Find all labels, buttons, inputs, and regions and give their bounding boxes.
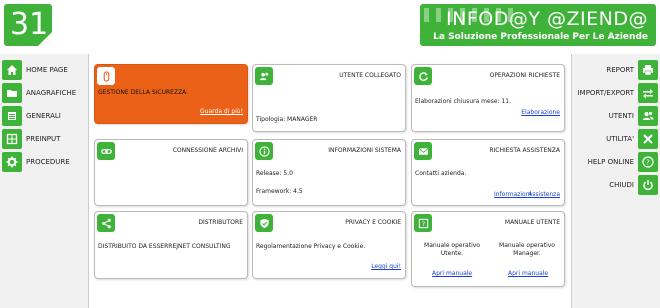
card-connessione-archivi: CONNESSIONE ARCHIVI bbox=[94, 139, 248, 206]
envelope-icon bbox=[414, 142, 432, 160]
card-distributore: DISTRIBUTORE DISTRIBUITO DA ESSERREJNET … bbox=[94, 211, 248, 279]
nav-report[interactable]: REPORT bbox=[576, 58, 660, 81]
nav-label: UTENTI bbox=[608, 111, 634, 120]
card-title: OPERAZIONI RICHIESTE bbox=[489, 72, 560, 79]
nav-help-online[interactable]: HELP ONLINE ? bbox=[576, 150, 660, 173]
svg-text:?: ? bbox=[646, 158, 650, 166]
nav-label: IMPORT/EXPORT bbox=[577, 88, 634, 97]
apri-manuale-utente-link[interactable]: Apri manuale bbox=[432, 270, 472, 277]
card-title: UTENTE COLLEGATO bbox=[339, 72, 401, 79]
card-text: Regolamentazione Privacy e Cookie. bbox=[256, 243, 366, 250]
card-title: RICHIESTA ASSISTENZA bbox=[489, 147, 560, 154]
nav-label: HOME PAGE bbox=[26, 65, 68, 74]
card-text: DISTRIBUITO DA ESSERREJNET CONSULTING bbox=[98, 243, 231, 250]
manuale-utente-text: Manuale operativo Utente. bbox=[424, 242, 480, 257]
brand-banner: INFOD@Y @ZIEND@ La Soluzione Professiona… bbox=[420, 4, 656, 46]
nav-procedure[interactable]: PROCEDURE bbox=[0, 150, 88, 173]
app-logo: 31 bbox=[4, 4, 52, 46]
nav-label: GENERALI bbox=[26, 111, 61, 120]
release-text: Release: 5.0 bbox=[256, 170, 293, 177]
apri-manuale-manager-link[interactable]: Apri manuale bbox=[508, 270, 548, 277]
guarda-di-piu-link[interactable]: Guarda di più! bbox=[200, 108, 243, 115]
manuale-manager-text: Manuale operativo Manager. bbox=[499, 242, 555, 257]
brand-title: INFOD@Y @ZIEND@ bbox=[446, 8, 648, 30]
card-title: PRIVACY E COOKIE bbox=[345, 219, 401, 226]
shield-icon bbox=[255, 214, 273, 232]
card-sicurezza: GESTIONE DELLA SICUREZZA. Guarda di più! bbox=[94, 64, 248, 124]
assistenza-link[interactable]: Assistenza bbox=[528, 191, 560, 198]
info-icon bbox=[255, 142, 273, 160]
nav-import-export[interactable]: IMPORT/EXPORT bbox=[576, 81, 660, 104]
card-title: INFORMAZIONI SISTEMA bbox=[328, 147, 401, 154]
card-privacy-cookie: PRIVACY E COOKIE Regolamentazione Privac… bbox=[252, 211, 406, 279]
tools-icon bbox=[638, 128, 658, 149]
nav-label: CHIUDI bbox=[609, 180, 634, 189]
printer-icon bbox=[638, 59, 658, 80]
nav-preinput[interactable]: PREINPUT bbox=[0, 127, 88, 150]
card-text: Tipologia: MANAGER bbox=[256, 116, 318, 123]
card-manuale-utente: ? MANUALE UTENTE Manuale operativo Utent… bbox=[411, 211, 565, 287]
users-icon bbox=[255, 67, 273, 85]
nav-label: HELP ONLINE bbox=[587, 157, 634, 166]
nav-label: PROCEDURE bbox=[26, 157, 70, 166]
help-icon: ? bbox=[638, 151, 658, 172]
folder-icon bbox=[2, 82, 22, 103]
informazioni-link[interactable]: Informazioni bbox=[494, 191, 531, 198]
card-title: MANUALE UTENTE bbox=[504, 219, 560, 226]
gear-icon bbox=[2, 151, 22, 172]
card-text: Elaborazioni chiusura mese: 11. bbox=[415, 98, 511, 105]
card-richiesta-assistenza: RICHIESTA ASSISTENZA Contatti azienda. I… bbox=[411, 139, 565, 206]
framework-text: Framework: 4.5 bbox=[256, 188, 303, 195]
nav-label: REPORT bbox=[606, 65, 634, 74]
users-icon bbox=[638, 105, 658, 126]
card-utente-collegato: UTENTE COLLEGATO Tipologia: MANAGER bbox=[252, 64, 406, 132]
refresh-icon bbox=[414, 67, 432, 85]
mouse-icon bbox=[97, 67, 115, 85]
brand-subtitle: La Soluzione Professionale Per Le Aziend… bbox=[433, 32, 648, 42]
arrows-icon bbox=[638, 82, 658, 103]
logo-text: 31 bbox=[10, 7, 49, 42]
nav-label: PREINPUT bbox=[26, 134, 61, 143]
card-informazioni-sistema: INFORMAZIONI SISTEMA Release: 5.0 Framew… bbox=[252, 139, 406, 206]
card-operazioni-richieste: OPERAZIONI RICHIESTE Elaborazioni chiusu… bbox=[411, 64, 565, 132]
svg-text:?: ? bbox=[421, 220, 424, 228]
share-icon bbox=[97, 214, 115, 232]
nav-chiudi[interactable]: CHIUDI bbox=[576, 173, 660, 196]
right-sidebar: REPORT IMPORT/EXPORT UTENTI UTILITA' HEL… bbox=[576, 58, 660, 196]
card-title: DISTRIBUTORE bbox=[198, 219, 243, 226]
card-text: Contatti azienda. bbox=[415, 170, 467, 177]
nav-home-page[interactable]: HOME PAGE bbox=[0, 58, 88, 81]
nav-anagrafiche[interactable]: ANAGRAFICHE bbox=[0, 81, 88, 104]
nav-label: ANAGRAFICHE bbox=[26, 88, 77, 97]
leggi-qui-link[interactable]: Leggi qui! bbox=[371, 263, 401, 270]
help-icon: ? bbox=[414, 214, 432, 232]
table-icon bbox=[2, 128, 22, 149]
card-title: CONNESSIONE ARCHIVI bbox=[172, 147, 243, 154]
link-icon bbox=[97, 142, 115, 160]
power-icon bbox=[638, 174, 658, 195]
card-text: GESTIONE DELLA SICUREZZA. bbox=[98, 89, 189, 96]
nav-utenti[interactable]: UTENTI bbox=[576, 104, 660, 127]
nav-label: UTILITA' bbox=[606, 134, 634, 143]
elaborazione-link[interactable]: Elaborazione bbox=[521, 109, 560, 116]
list-icon bbox=[2, 105, 22, 126]
nav-generali[interactable]: GENERALI bbox=[0, 104, 88, 127]
left-sidebar: HOME PAGE ANAGRAFICHE GENERALI PREINPUT … bbox=[0, 58, 88, 173]
nav-utilita[interactable]: UTILITA' bbox=[576, 127, 660, 150]
home-icon bbox=[2, 59, 22, 80]
